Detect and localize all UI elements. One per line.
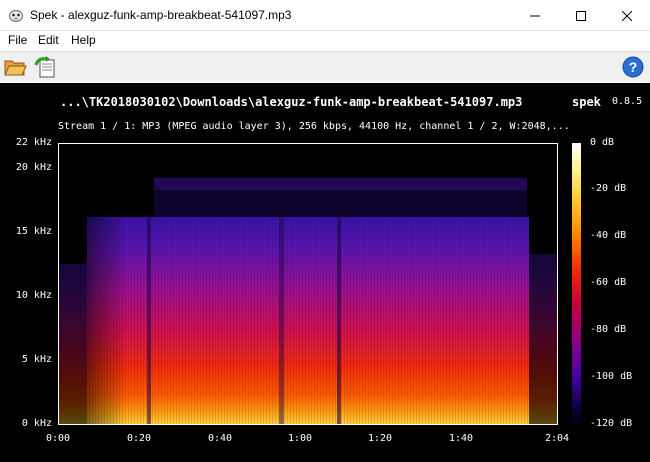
time-label-2-04: 2:04 [544, 433, 570, 444]
open-file-button[interactable] [3, 55, 27, 79]
help-icon: ? [622, 56, 644, 78]
freq-label-10khz: 10 kHz [15, 290, 52, 301]
freq-label-20khz: 20 kHz [15, 162, 52, 173]
window-title: Spek - alexguz-funk-amp-breakbeat-541097… [30, 8, 292, 22]
title-bar: Spek - alexguz-funk-amp-breakbeat-541097… [0, 0, 650, 31]
help-button[interactable]: ? [621, 55, 645, 79]
db-label-0: 0 dB [590, 137, 615, 148]
db-label-minus-20: -20 dB [590, 183, 627, 194]
spectrogram-image [59, 178, 557, 424]
menu-edit[interactable]: Edit [36, 33, 61, 47]
db-label-minus-120: -120 dB [590, 418, 633, 429]
close-button[interactable] [604, 0, 650, 31]
time-label-0-20: 0:20 [126, 433, 152, 444]
spectrogram-view[interactable]: ...\TK2018030102\Downloads\alexguz-funk-… [0, 83, 650, 462]
app-version: 0.8.5 [612, 96, 643, 107]
folder-open-icon [4, 60, 27, 76]
db-label-minus-100: -100 dB [590, 371, 633, 382]
spek-app-icon [9, 10, 23, 22]
menu-help[interactable]: Help [69, 33, 98, 47]
time-label-0-00: 0:00 [45, 433, 71, 444]
minimize-icon [530, 15, 540, 16]
time-label-1-20: 1:20 [367, 433, 393, 444]
toolbar: ? [0, 51, 650, 82]
db-label-minus-60: -60 dB [590, 277, 627, 288]
spectrogram-plot[interactable] [58, 143, 558, 425]
menu-bar: File Edit Help [0, 31, 650, 51]
time-label-1-40: 1:40 [448, 433, 474, 444]
db-label-minus-40: -40 dB [590, 230, 627, 241]
save-button[interactable] [33, 55, 57, 79]
stream-info: Stream 1 / 1: MP3 (MPEG audio layer 3), … [58, 121, 570, 132]
svg-text:?: ? [629, 59, 638, 75]
time-label-1-00: 1:00 [287, 433, 313, 444]
app-name: spek [572, 95, 601, 109]
close-icon [622, 10, 632, 21]
freq-label-5khz: 5 kHz [21, 354, 52, 365]
db-color-scale [572, 143, 581, 425]
freq-label-22khz: 22 kHz [15, 137, 52, 148]
save-export-icon [34, 56, 55, 78]
freq-label-0khz: 0 kHz [21, 418, 52, 429]
maximize-button[interactable] [558, 0, 604, 31]
db-label-minus-80: -80 dB [590, 324, 627, 335]
minimize-button[interactable] [512, 0, 558, 31]
file-path-title: ...\TK2018030102\Downloads\alexguz-funk-… [60, 95, 523, 109]
menu-file[interactable]: File [6, 33, 29, 47]
time-label-0-40: 0:40 [207, 433, 233, 444]
maximize-icon [576, 10, 586, 21]
freq-label-15khz: 15 kHz [15, 226, 52, 237]
